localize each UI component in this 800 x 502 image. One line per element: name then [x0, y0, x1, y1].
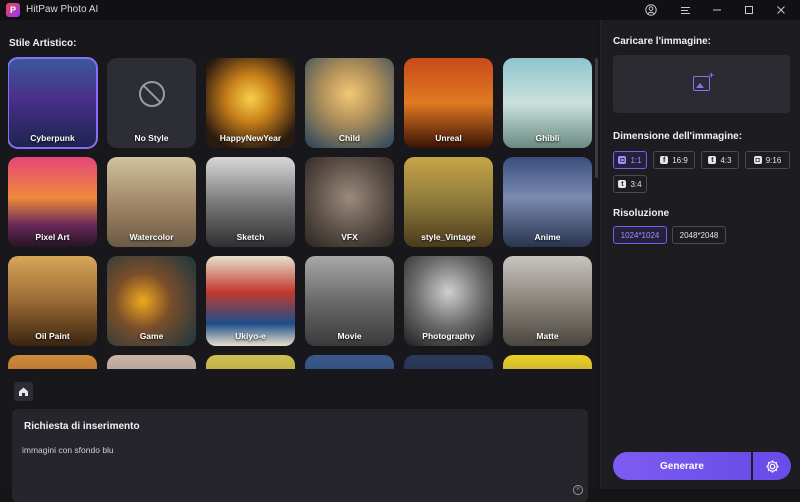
style-card-label: Oil Paint — [35, 331, 70, 341]
maximize-icon[interactable] — [740, 2, 758, 18]
settings-button[interactable] — [753, 452, 791, 480]
upload-image-area[interactable] — [613, 55, 790, 113]
style-grid-scrollbar[interactable] — [595, 58, 598, 178]
prompt-input[interactable]: immagini con sfondo blu — [22, 445, 114, 455]
gear-icon — [765, 459, 779, 473]
resolution-option[interactable]: 2048*2048 — [672, 226, 726, 244]
style-card-happynewyear[interactable]: HappyNewYear — [206, 58, 295, 148]
style-card-label: Movie — [337, 331, 362, 341]
style-card-ghibli[interactable]: Ghibli — [503, 58, 592, 148]
aspect-ratio-label: 1:1 — [630, 155, 642, 165]
prompt-title: Richiesta di inserimento — [24, 421, 140, 432]
aspect-ratio-option[interactable]: f 16:9 — [653, 151, 695, 169]
style-card-label: VFX — [341, 232, 358, 242]
style-card-label: Anime — [534, 232, 561, 242]
style-card-label: Cyberpunk — [30, 133, 75, 143]
style-card-ukiyo-e[interactable]: Ukiyo-e — [206, 256, 295, 346]
settings-panel: Caricare l'immagine: Dimensione dell'imm… — [600, 20, 800, 489]
style-card-style-vintage[interactable]: style_Vintage — [404, 157, 493, 247]
style-card-photography[interactable]: Photography — [404, 256, 493, 346]
facebook-icon: f — [660, 156, 669, 164]
close-icon[interactable] — [772, 2, 790, 18]
style-card-label: Matte — [536, 331, 559, 341]
style-card-watercolor[interactable]: Watercolor — [107, 157, 196, 247]
style-card-cyberpunk[interactable]: Cyberpunk — [8, 57, 98, 149]
style-card-item-22[interactable] — [404, 355, 493, 369]
style-card-item-20[interactable] — [206, 355, 295, 369]
aspect-ratio-label: 4:3 — [720, 155, 732, 165]
instagram-icon: ◘ — [618, 156, 627, 164]
style-card-vfx[interactable]: VFX — [305, 157, 394, 247]
aspect-ratio-label: 3:4 — [630, 179, 642, 189]
aspect-ratio-option[interactable]: ◘ 1:1 — [613, 151, 647, 169]
style-card-label: Watercolor — [129, 232, 174, 242]
style-card-label: No Style — [134, 133, 169, 143]
style-section-title: Stile Artistico: — [9, 38, 77, 49]
resolution-label: Risoluzione — [613, 208, 670, 219]
instagram-icon: ◘ — [753, 156, 762, 164]
style-card-label: Game — [139, 331, 164, 341]
add-image-icon — [693, 70, 714, 91]
style-card-label: HappyNewYear — [219, 133, 282, 143]
style-card-label: Ghibli — [535, 133, 560, 143]
aspect-ratio-option[interactable]: ◘ 9:16 — [745, 151, 790, 169]
style-card-item-23[interactable] — [503, 355, 592, 369]
no-style-icon — [139, 81, 165, 107]
style-card-label: Pixel Art — [35, 232, 70, 242]
app-title: HitPaw Photo AI — [26, 4, 99, 15]
aspect-ratio-label: 9:16 — [765, 155, 782, 165]
generate-button[interactable]: Generare — [613, 452, 751, 480]
resolution-option[interactable]: 1024*1024 — [613, 226, 667, 244]
twitter-icon: t — [708, 156, 717, 164]
style-grid: Cyberpunk No Style HappyNewYear Child Unreal… — [8, 57, 593, 369]
style-card-label: Unreal — [435, 133, 462, 143]
style-card-child[interactable]: Child — [305, 58, 394, 148]
title-bar: P HitPaw Photo AI — [0, 0, 800, 20]
style-card-item-21[interactable] — [305, 355, 394, 369]
prompt-input-box[interactable]: Richiesta di inserimento immagini con sf… — [12, 409, 588, 502]
style-card-label: Sketch — [236, 232, 265, 242]
minimize-icon[interactable] — [708, 2, 726, 18]
style-card-game[interactable]: Game — [107, 256, 196, 346]
style-panel: Stile Artistico: Cyberpunk No Style HappyN… — [0, 20, 598, 502]
style-card-item-18[interactable] — [8, 355, 97, 369]
style-card-item-19[interactable] — [107, 355, 196, 369]
upload-label: Caricare l'immagine: — [613, 36, 711, 47]
style-card-sketch[interactable]: Sketch — [206, 157, 295, 247]
clear-prompt-icon[interactable]: × — [573, 485, 583, 495]
style-card-label: Child — [338, 133, 361, 143]
menu-icon[interactable] — [676, 2, 694, 18]
aspect-ratio-option[interactable]: t 3:4 — [613, 175, 647, 193]
twitter-icon: t — [618, 180, 627, 188]
aspect-ratio-label: 16:9 — [672, 155, 688, 165]
style-card-label: Photography — [422, 331, 475, 341]
style-card-pixel-art[interactable]: Pixel Art — [8, 157, 97, 247]
account-icon[interactable] — [642, 2, 660, 18]
style-card-movie[interactable]: Movie — [305, 256, 394, 346]
style-card-no-style[interactable]: No Style — [107, 58, 196, 148]
home-button[interactable] — [14, 382, 33, 401]
dimension-label: Dimensione dell'immagine: — [613, 131, 743, 142]
style-card-unreal[interactable]: Unreal — [404, 58, 493, 148]
app-logo-icon: P — [6, 3, 20, 17]
aspect-ratio-option[interactable]: t 4:3 — [701, 151, 739, 169]
style-card-label: Ukiyo-e — [235, 331, 266, 341]
home-icon — [19, 387, 28, 396]
style-card-anime[interactable]: Anime — [503, 157, 592, 247]
style-card-oil-paint[interactable]: Oil Paint — [8, 256, 97, 346]
style-card-label: style_Vintage — [421, 232, 476, 242]
style-card-matte[interactable]: Matte — [503, 256, 592, 346]
app-window: P HitPaw Photo AI Stile Artistico: Cyber… — [0, 0, 800, 502]
